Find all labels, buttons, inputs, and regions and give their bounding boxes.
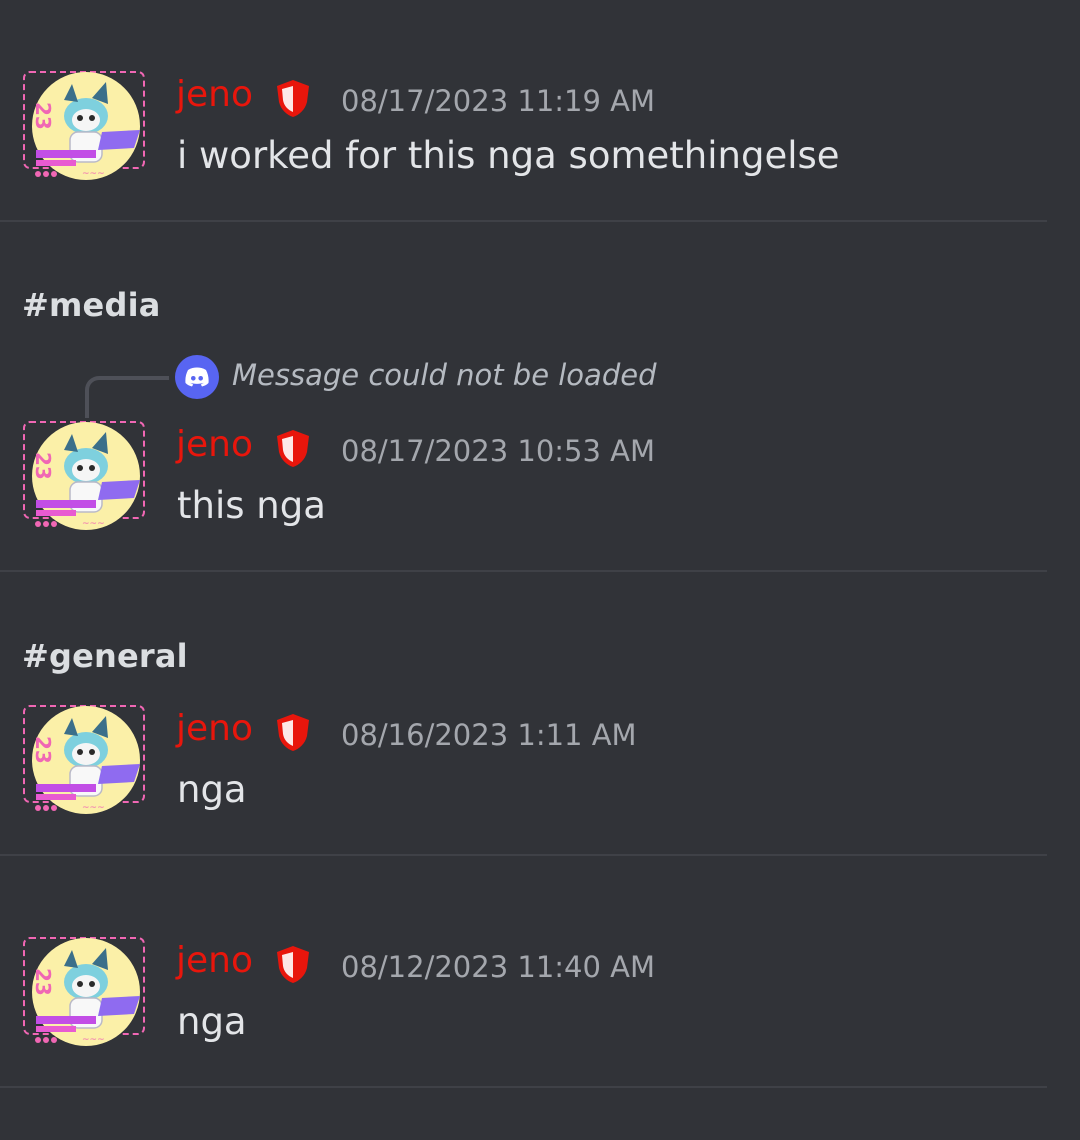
message-item[interactable]: jeno 08/12/2023 11:40 AM nga: [0, 936, 1080, 1056]
author-name[interactable]: jeno: [176, 74, 253, 115]
reply-reference[interactable]: Message could not be loaded: [0, 348, 1080, 418]
avatar-image: [22, 936, 148, 1048]
avatar-image: [22, 704, 148, 816]
author-name[interactable]: jeno: [176, 940, 253, 981]
shield-icon: [274, 944, 312, 984]
timestamp: 08/12/2023 11:40 AM: [341, 950, 656, 984]
avatar-image: [22, 420, 148, 532]
channel-label-media[interactable]: #media: [22, 286, 161, 324]
timestamp: 08/17/2023 11:19 AM: [341, 84, 656, 118]
shield-icon: [274, 712, 312, 752]
avatar[interactable]: [22, 936, 148, 1048]
author-name[interactable]: jeno: [176, 424, 253, 465]
avatar-image: [22, 70, 148, 182]
message-divider: [0, 1086, 1047, 1088]
message-item[interactable]: jeno 08/17/2023 11:19 AM i worked for th…: [0, 70, 1080, 190]
message-item[interactable]: jeno 08/17/2023 10:53 AM this nga: [0, 420, 1080, 540]
message-content: nga: [177, 768, 247, 811]
timestamp: 08/16/2023 1:11 AM: [341, 718, 637, 752]
message-content: nga: [177, 1000, 247, 1043]
avatar[interactable]: [22, 70, 148, 182]
channel-label-general[interactable]: #general: [22, 637, 188, 675]
avatar[interactable]: [22, 704, 148, 816]
message-content: i worked for this nga somethingelse: [177, 134, 840, 177]
message-content: this nga: [177, 484, 326, 527]
message-divider: [0, 220, 1047, 222]
reply-text: Message could not be loaded: [232, 358, 657, 392]
message-item[interactable]: jeno 08/16/2023 1:11 AM nga: [0, 704, 1080, 824]
shield-icon: [274, 78, 312, 118]
reply-connector: [85, 376, 169, 418]
message-divider: [0, 854, 1047, 856]
message-divider: [0, 570, 1047, 572]
discord-logo-icon: [175, 355, 219, 399]
timestamp: 08/17/2023 10:53 AM: [341, 434, 656, 468]
author-name[interactable]: jeno: [176, 708, 253, 749]
shield-icon: [274, 428, 312, 468]
avatar[interactable]: [22, 420, 148, 532]
